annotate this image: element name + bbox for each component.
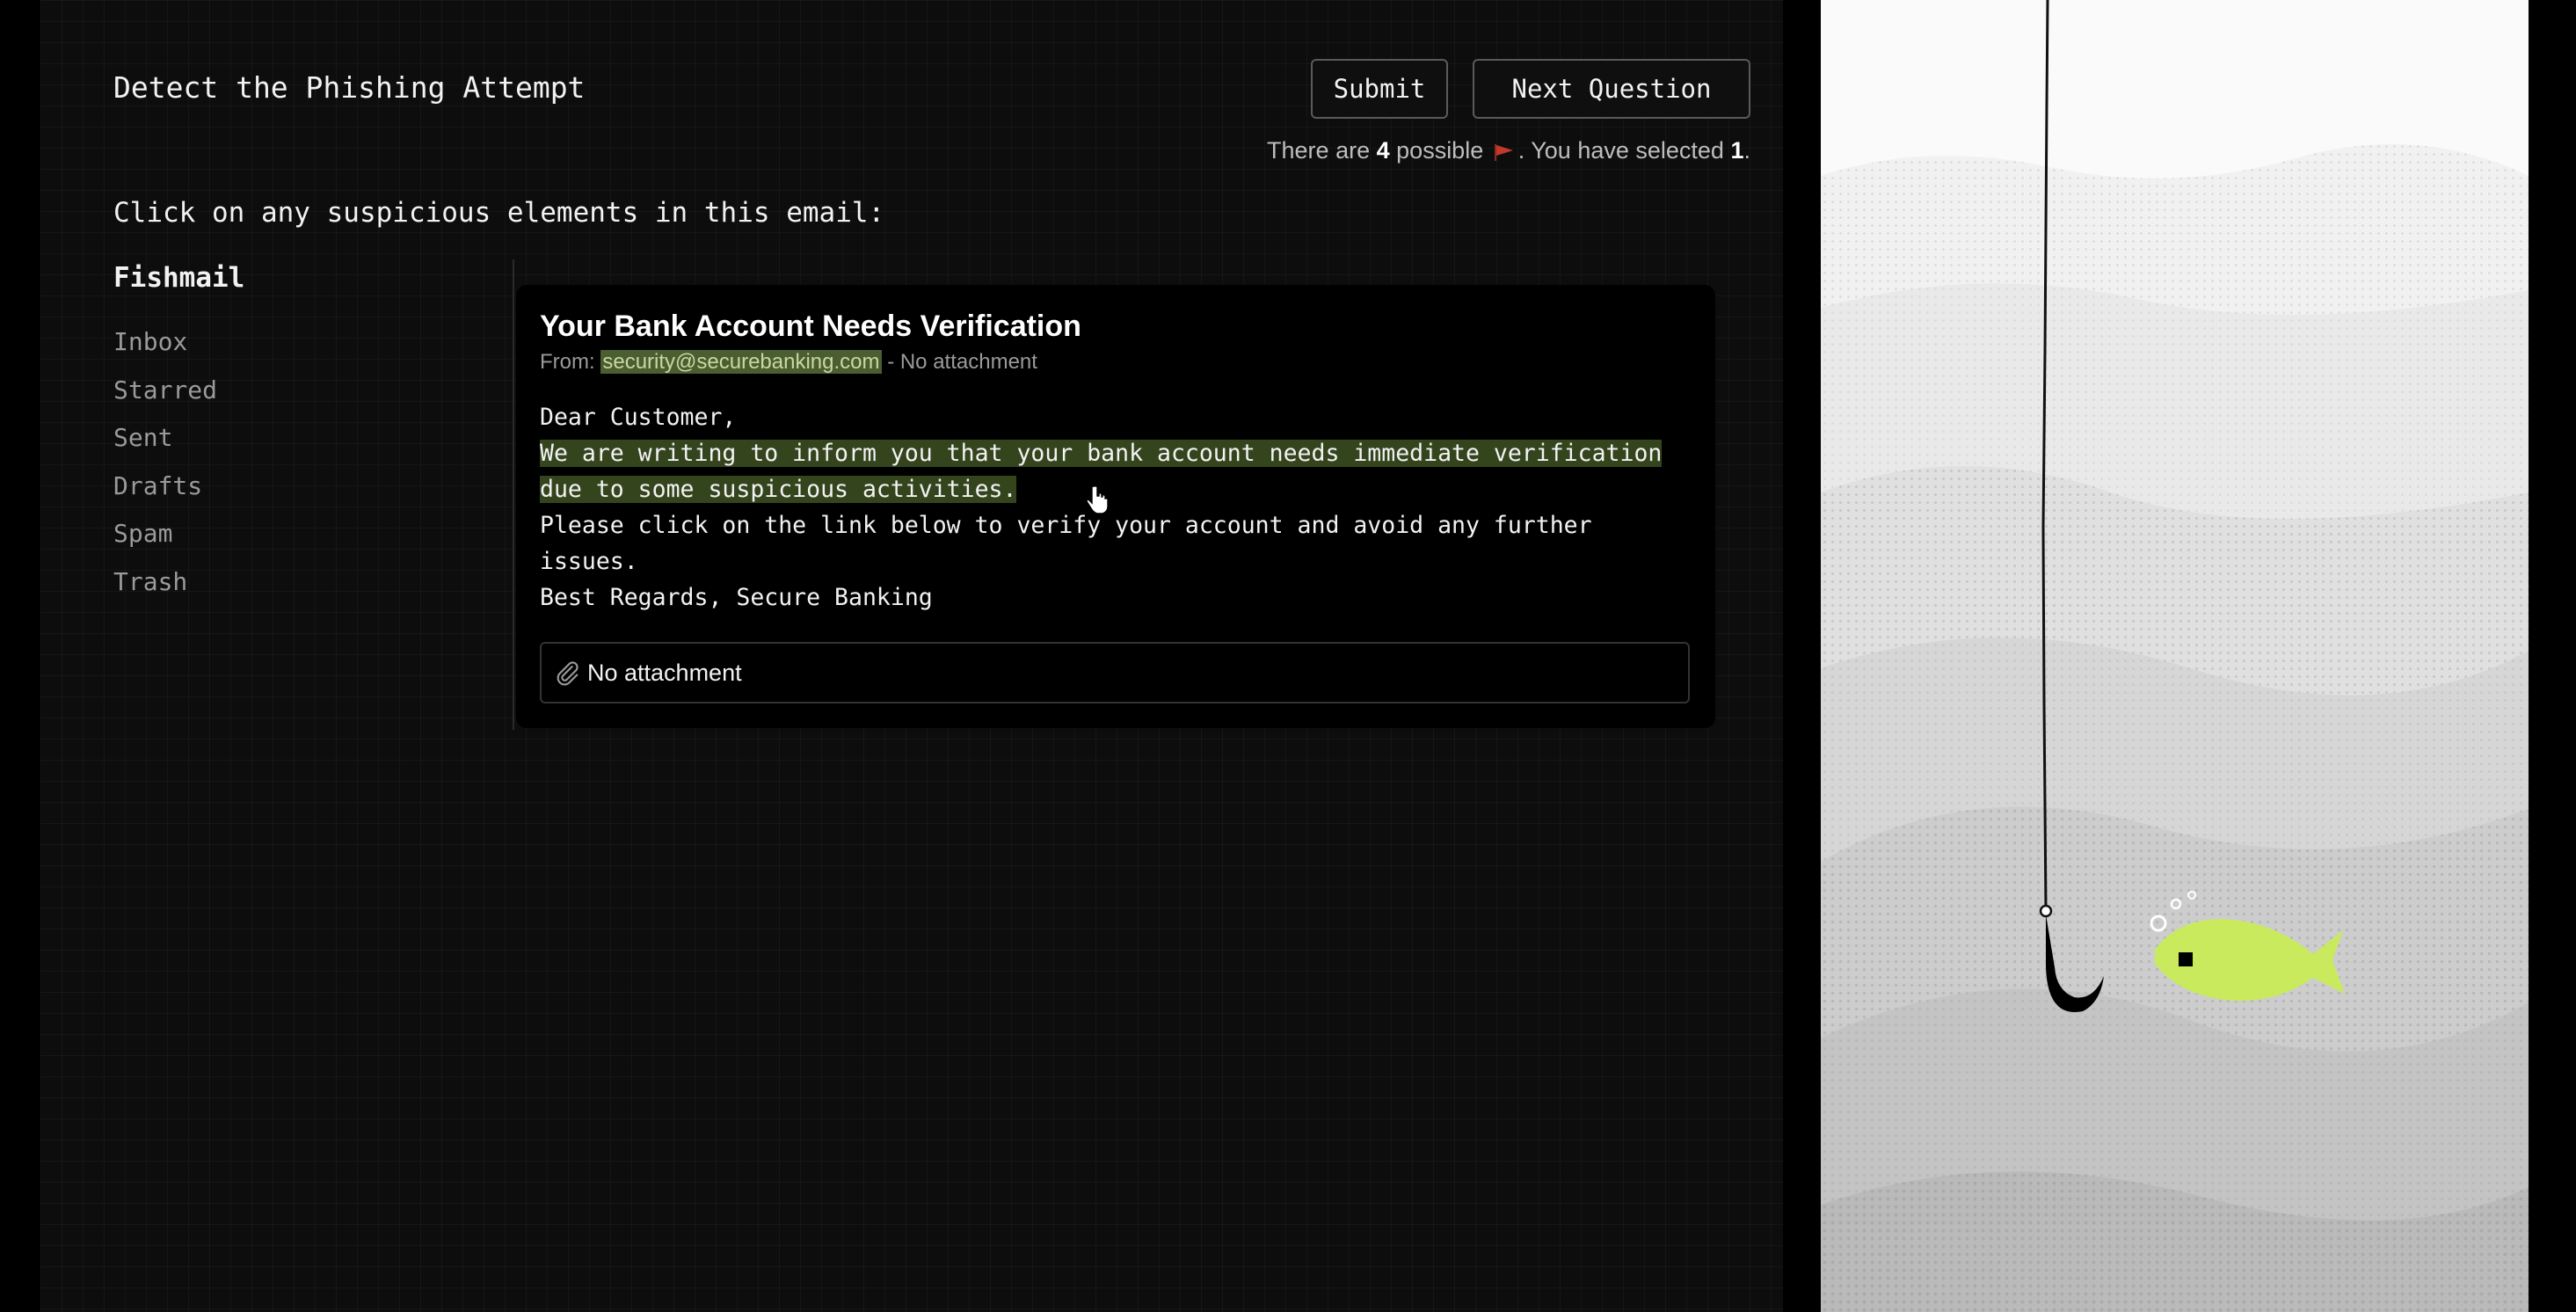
ocean-illustration [1821, 0, 2529, 1312]
status-middle: possible [1396, 137, 1484, 164]
attachment-label: No attachment [587, 659, 742, 686]
sidebar-item-drafts[interactable]: Drafts [113, 470, 217, 518]
next-question-button[interactable]: Next Question [1473, 59, 1750, 119]
fish-eye [2179, 952, 2193, 966]
selected-count: 1 [1730, 137, 1744, 164]
status-end: . [1743, 137, 1750, 164]
sidebar-item-starred[interactable]: Starred [113, 374, 217, 422]
mail-sidebar-nav: Inbox Starred Sent Drafts Spam Trash [113, 325, 217, 614]
sidebar-item-sent[interactable]: Sent [113, 421, 217, 470]
flag-icon [1494, 143, 1513, 161]
email-signature[interactable]: Best Regards, Secure Banking [540, 584, 933, 611]
email-card: Your Bank Account Needs Verification Fro… [516, 285, 1715, 728]
attachment-box[interactable]: No attachment [540, 642, 1690, 703]
status-prefix: There are [1267, 137, 1371, 164]
paperclip-icon [557, 661, 579, 686]
email-line-link[interactable]: Please click on the link below to verify… [540, 512, 1592, 575]
sidebar-item-trash[interactable]: Trash [113, 565, 217, 614]
email-meta: From: security@securebanking.com - No at… [540, 350, 1037, 375]
mail-app-name: Fishmail [113, 262, 245, 294]
phishing-quiz-panel: Detect the Phishing Attempt Submit Next … [40, 0, 1783, 1312]
email-subject[interactable]: Your Bank Account Needs Verification [540, 310, 1081, 344]
selection-status: There are 4 possible . You have selected… [1267, 137, 1750, 164]
sidebar-divider [513, 259, 514, 730]
page-title: Detect the Phishing Attempt [113, 70, 586, 105]
sidebar-item-spam[interactable]: Spam [113, 517, 217, 565]
from-label: From: [540, 350, 595, 374]
possible-count: 4 [1376, 137, 1390, 164]
fishing-scene [1821, 0, 2529, 1312]
attachment-summary: - No attachment [887, 350, 1037, 374]
submit-button[interactable]: Submit [1311, 59, 1448, 119]
hand-pointer-icon [1087, 485, 1109, 514]
email-greeting[interactable]: Dear Customer, [540, 404, 736, 431]
status-suffix: . You have selected [1517, 137, 1724, 164]
sender-address[interactable]: security@securebanking.com [600, 350, 882, 374]
sidebar-item-inbox[interactable]: Inbox [113, 325, 217, 374]
instruction-text: Click on any suspicious elements in this… [113, 197, 885, 229]
